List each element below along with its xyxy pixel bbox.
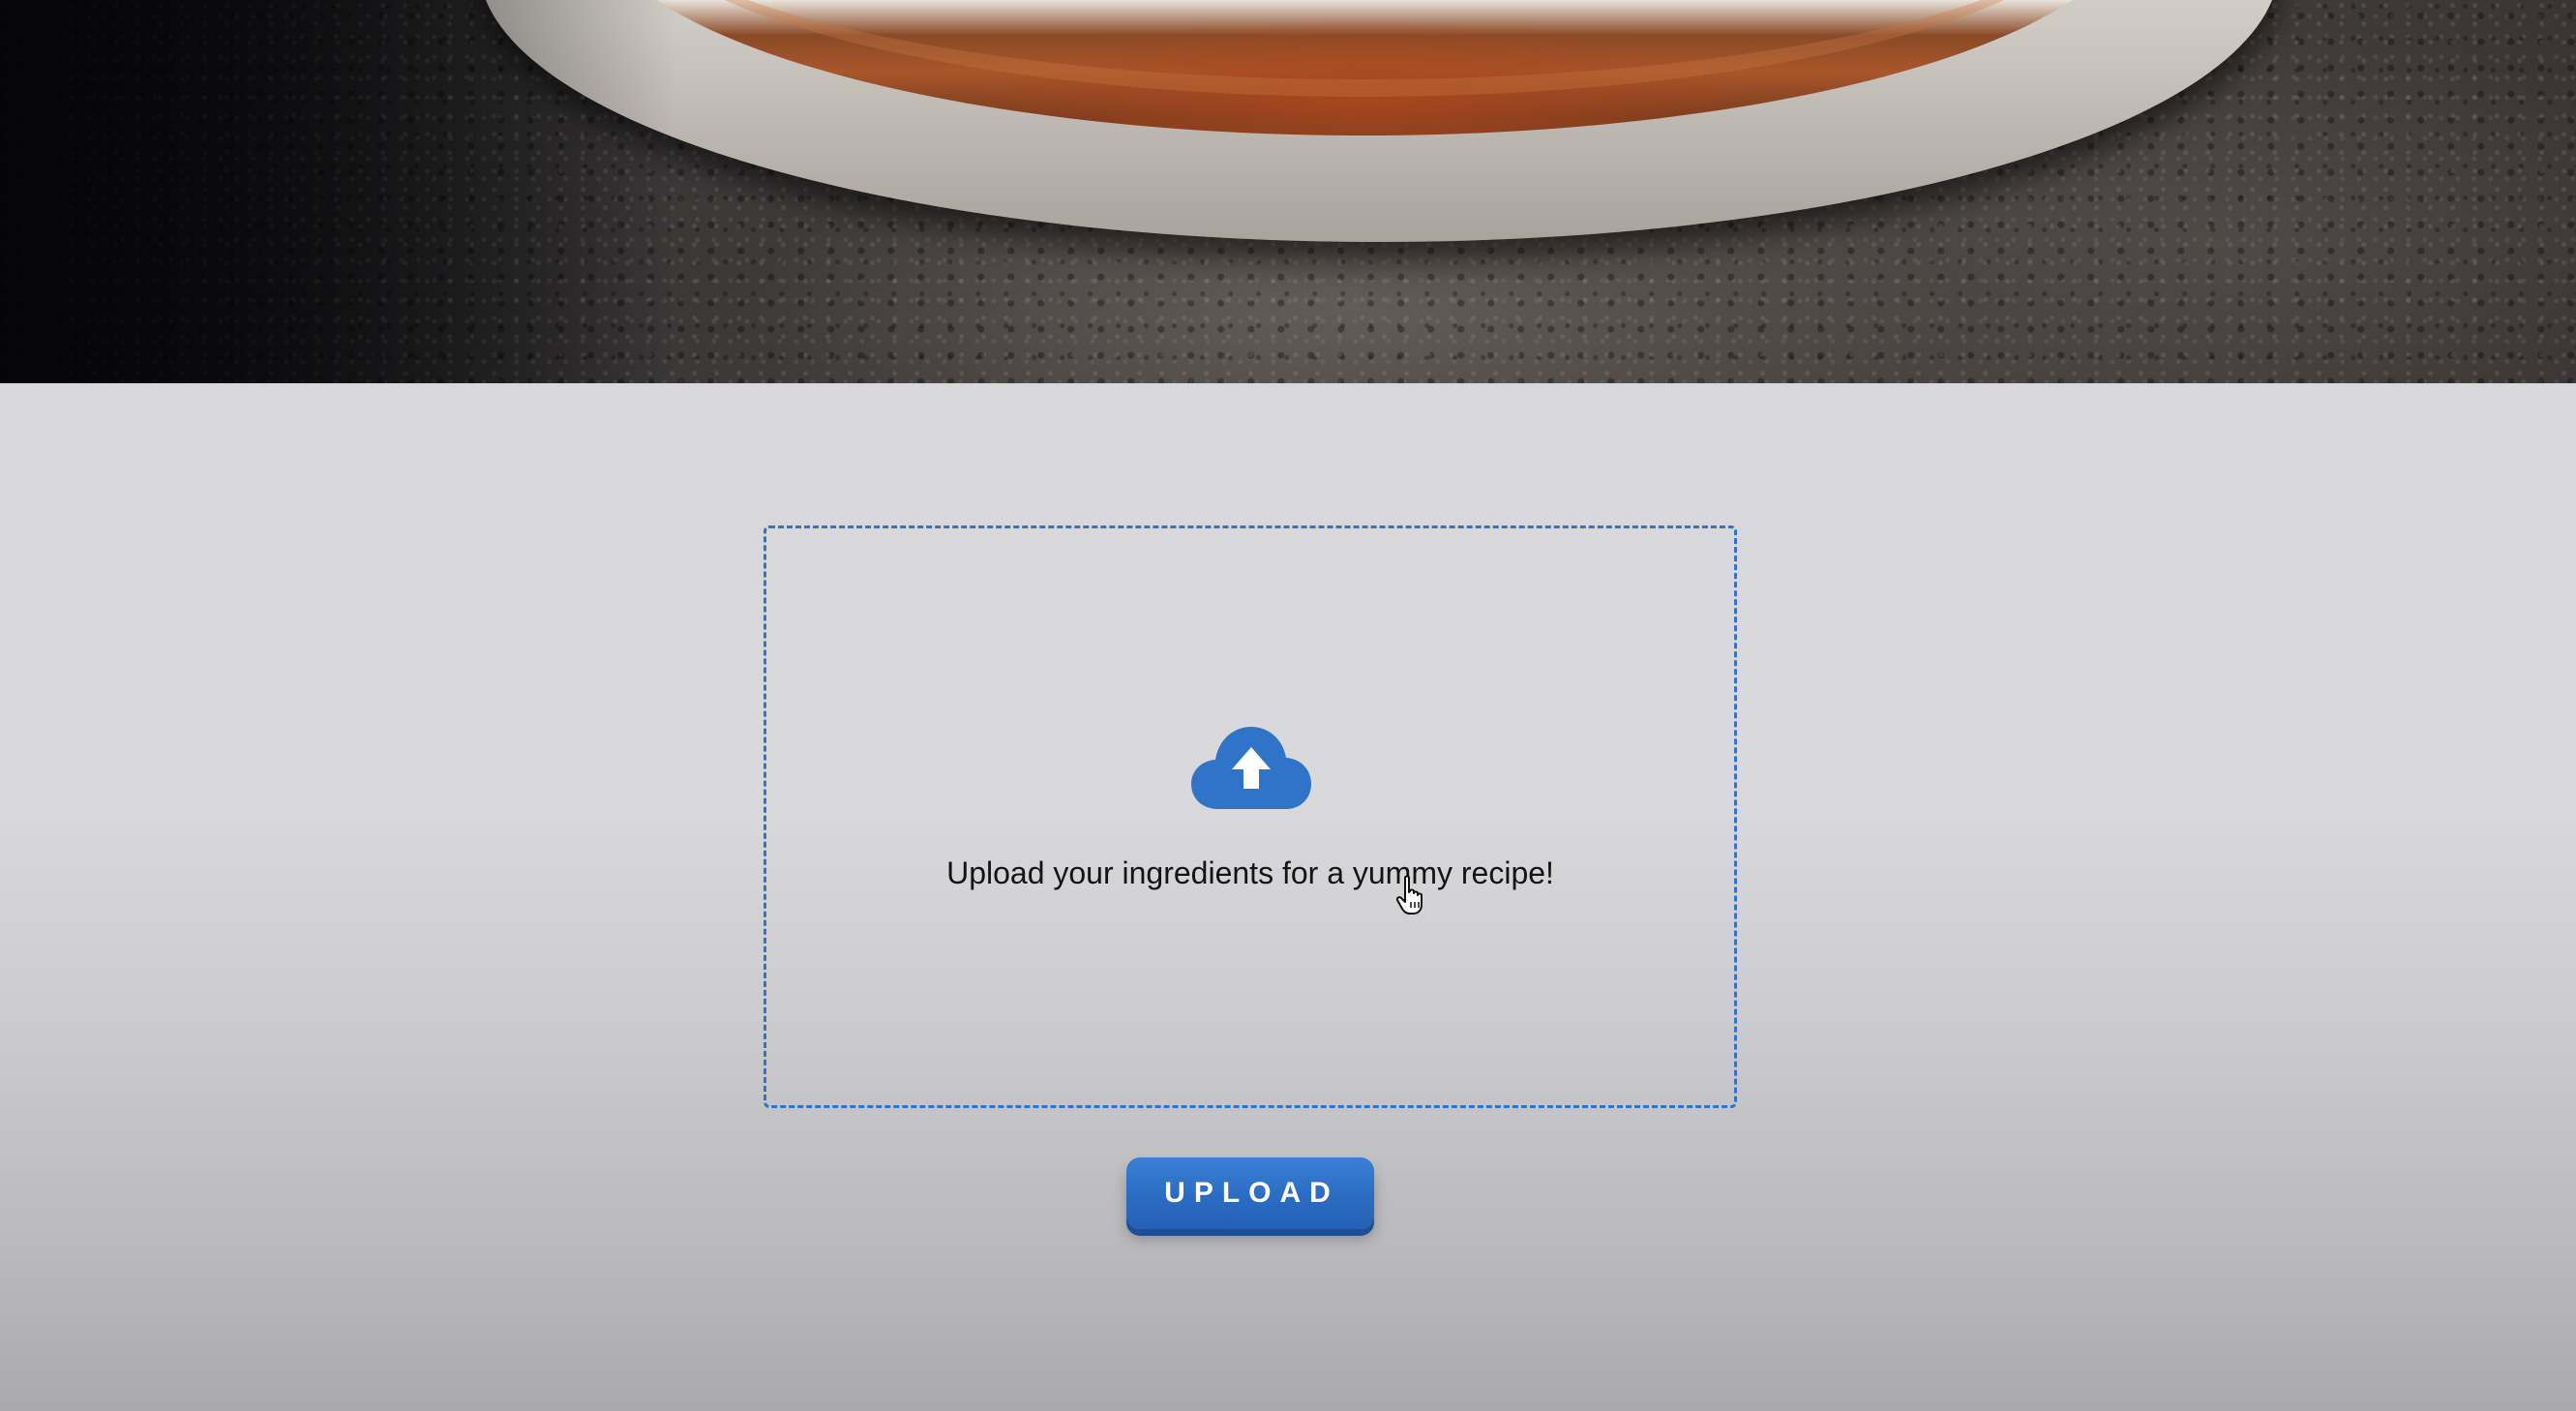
hero-shadow	[0, 0, 677, 383]
pointer-hand-icon	[1395, 875, 1423, 915]
dropzone-prompt: Upload your ingredients for a yummy reci…	[946, 856, 1554, 890]
hero-food-image	[0, 0, 2576, 383]
upload-button[interactable]: UPLOAD	[1126, 1157, 1374, 1229]
app-root: Upload your ingredients for a yummy reci…	[0, 0, 2576, 1411]
cloud-upload-icon[interactable]	[1189, 724, 1313, 811]
ingredients-dropzone[interactable]	[764, 525, 1737, 1108]
